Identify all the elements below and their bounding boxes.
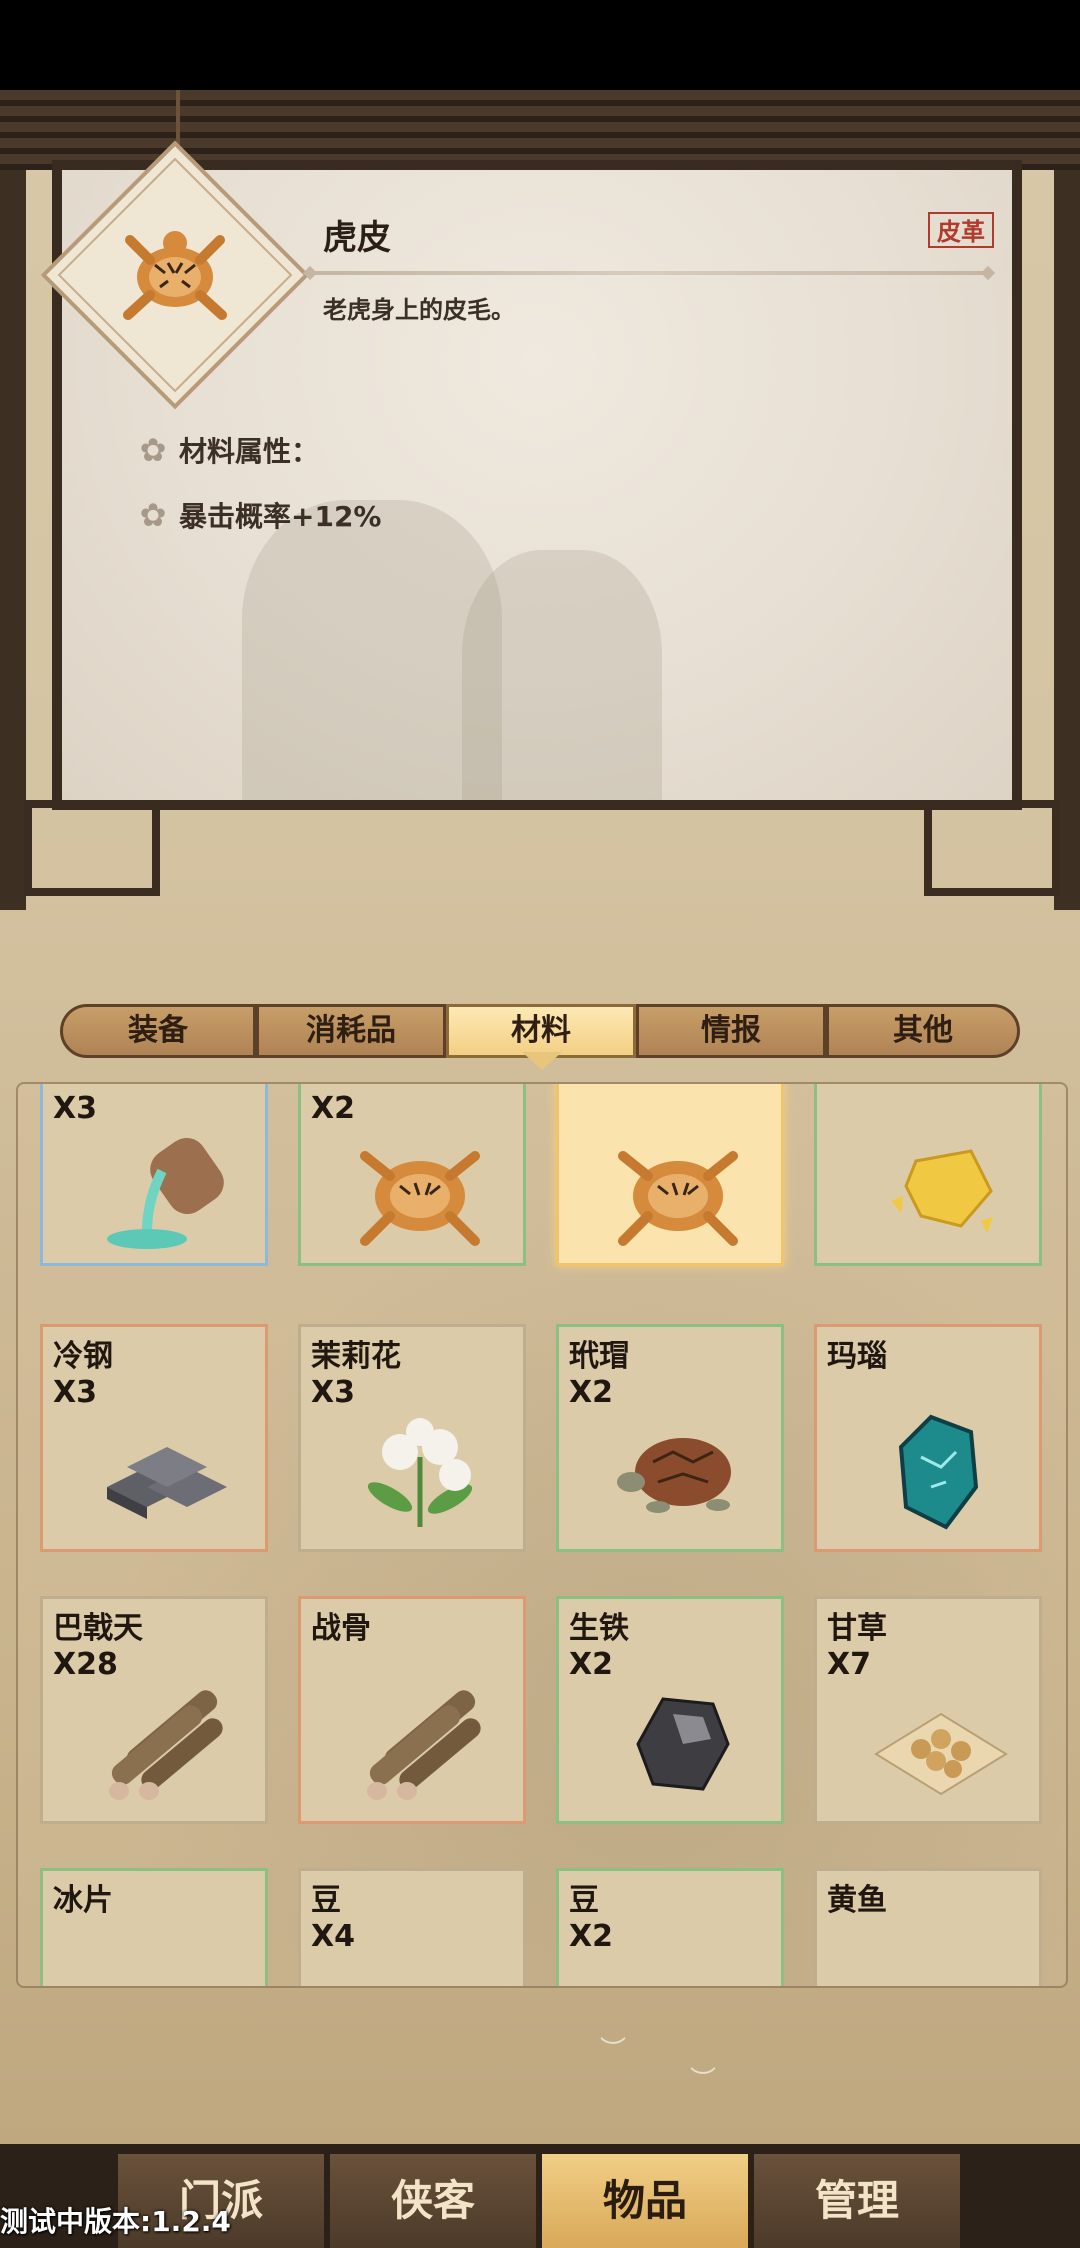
inventory-cell[interactable]: 甘草 X7 — [814, 1596, 1042, 1824]
attributes-title-row: ✿ 材料属性： — [135, 430, 319, 470]
bird-silhouette: ︶ — [690, 2066, 717, 2096]
inventory-cell[interactable]: 玳瑁 X2 — [556, 1324, 784, 1552]
item-description: 老虎身上的皮毛。 — [323, 296, 515, 324]
inventory-cell[interactable]: 冰片 — [40, 1868, 268, 1988]
inventory-cell[interactable]: X2 — [298, 1084, 526, 1266]
nav-items[interactable]: 物品 — [540, 2154, 750, 2248]
nav-heroes[interactable]: 侠客 — [328, 2154, 538, 2248]
item-name: 冷钢 — [53, 1339, 113, 1374]
inventory-cell[interactable] — [814, 1084, 1042, 1266]
tab-other[interactable]: 其他 — [826, 1004, 1020, 1058]
amber-crystal-icon — [891, 1149, 993, 1233]
item-name: 玳瑁 — [569, 1339, 629, 1374]
root-bundle-icon — [109, 1690, 223, 1800]
version-label: 测试中版本:1.2.4 — [0, 2205, 231, 2238]
inventory-cell[interactable]: 冷钢 X3 — [40, 1324, 268, 1552]
right-post — [1054, 170, 1080, 910]
inventory-grid[interactable]: X3 X2 冷钢 X3 茉莉花 X3 玳瑁 X2 玛瑙 巴戟天 X28 战骨 生… — [16, 1082, 1068, 1988]
item-name: 巴戟天 — [53, 1611, 143, 1646]
inventory-cell[interactable]: 黄鱼 — [814, 1868, 1042, 1988]
inventory-cell[interactable]: 战骨 — [298, 1596, 526, 1824]
nav-manage[interactable]: 管理 — [752, 2154, 962, 2248]
bean-pod-icon — [603, 1931, 753, 1988]
item-name: 黄鱼 — [827, 1883, 887, 1918]
item-name: 虎皮 — [323, 218, 391, 258]
yellow-croaker-fish-icon — [861, 1931, 1011, 1988]
game-scene: 虎皮 皮革 老虎身上的皮毛。 ✿ 材料属性： ✿ 暴击概率+12% 装备 消耗品… — [0, 0, 1080, 2248]
inventory-cell[interactable]: 豆 X4 — [298, 1868, 526, 1988]
inventory-cell[interactable]: 豆 X2 — [556, 1868, 784, 1988]
steel-ingot-icon — [107, 1447, 227, 1519]
tab-materials[interactable]: 材料 — [446, 1004, 636, 1058]
item-category-tag: 皮革 — [928, 212, 994, 248]
agate-stone-icon — [898, 1414, 979, 1530]
status-bar — [0, 0, 1080, 90]
item-name: 生铁 — [569, 1611, 629, 1646]
pig-iron-icon — [636, 1697, 730, 1791]
tiger-pelt-icon — [360, 1151, 480, 1246]
borneol-icon — [87, 1931, 237, 1988]
flower-icon: ✿ — [139, 431, 167, 469]
bean-pod-icon — [345, 1931, 495, 1988]
attributes-title: 材料属性： — [179, 435, 320, 468]
inventory-cell[interactable]: 玛瑙 — [814, 1324, 1042, 1552]
inventory-cell[interactable]: 巴戟天 X28 — [40, 1596, 268, 1824]
turtle-shell-icon — [617, 1438, 731, 1513]
inventory-cell[interactable]: 生铁 X2 — [556, 1596, 784, 1824]
right-window-lattice — [924, 800, 1060, 896]
left-window-lattice — [24, 800, 160, 896]
tiger-pelt-icon — [618, 1151, 738, 1246]
tab-consumables[interactable]: 消耗品 — [256, 1004, 446, 1058]
water-jar-icon — [107, 1137, 224, 1249]
inventory-cell[interactable]: 茉莉花 X3 — [298, 1324, 526, 1552]
mountain-painting-2 — [462, 550, 662, 800]
item-name: 玛瑙 — [827, 1339, 887, 1374]
item-name: 豆 — [569, 1883, 599, 1918]
flower-icon: ✿ — [139, 496, 167, 534]
item-name: 冰片 — [53, 1883, 113, 1918]
title-divider — [310, 271, 990, 275]
licorice-slices-icon — [874, 1712, 1008, 1796]
tab-equipment[interactable]: 装备 — [60, 1004, 256, 1058]
left-post — [0, 170, 26, 910]
active-tab-pointer — [522, 1052, 562, 1070]
root-bundle-icon — [367, 1690, 481, 1800]
item-name: 茉莉花 — [311, 1339, 401, 1374]
attribute-row: ✿ 暴击概率+12% — [135, 495, 382, 535]
jasmine-flower-icon — [367, 1418, 473, 1527]
item-name: 战骨 — [311, 1611, 371, 1646]
bird-silhouette: ︶ — [600, 2036, 627, 2066]
tab-intel[interactable]: 情报 — [636, 1004, 826, 1058]
inventory-cell[interactable]: X3 — [40, 1084, 268, 1266]
attribute-value: 暴击概率+12% — [179, 500, 382, 533]
category-tabs: 装备 消耗品 材料 情报 其他 — [60, 1004, 1020, 1058]
item-name: 豆 — [311, 1883, 341, 1918]
inventory-cell-selected[interactable] — [556, 1084, 784, 1266]
tiger-pelt-icon — [123, 231, 227, 320]
item-name: 甘草 — [827, 1611, 887, 1646]
